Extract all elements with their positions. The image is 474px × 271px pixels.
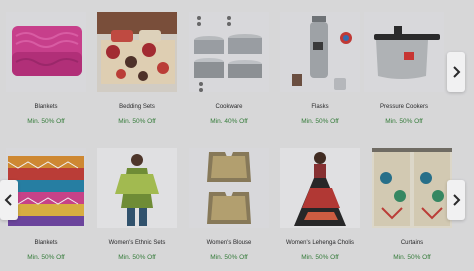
chevron-right-icon xyxy=(453,194,461,206)
category-offer: Min. 50% Off xyxy=(27,254,65,261)
womens-lehenga-cholis-image xyxy=(280,148,360,228)
product-card-womens-blouse[interactable]: Women's Blouse Min. 50% Off xyxy=(187,146,271,270)
category-offer: Min. 50% Off xyxy=(301,254,339,261)
blankets-image xyxy=(6,12,86,92)
carousel-next-button-row-2[interactable] xyxy=(447,180,465,220)
category-name: Curtains xyxy=(400,240,424,246)
category-name: Women's Ethnic Sets xyxy=(108,240,166,246)
category-offer: Min. 50% Off xyxy=(385,118,423,125)
womens-blouse-image xyxy=(189,148,269,228)
cookware-image xyxy=(189,12,269,92)
pressure-cookers-image xyxy=(364,12,444,92)
category-offer: Min. 40% Off xyxy=(210,118,248,125)
category-offer: Min. 50% Off xyxy=(27,118,65,125)
category-name: Women's Lehenga Cholis xyxy=(285,240,355,246)
product-carousel-row-2: Blankets Min. 50% Off Women's Ethnic Set… xyxy=(0,146,474,270)
category-name: Women's Blouse xyxy=(206,240,252,246)
chevron-right-icon xyxy=(453,66,461,78)
category-name: Blankets xyxy=(34,104,58,110)
product-carousel-row-1: Blankets Min. 50% Off Bedding Sets Min. … xyxy=(0,10,474,134)
category-offer: Min. 50% Off xyxy=(301,118,339,125)
category-offer: Min. 50% Off xyxy=(393,254,431,261)
blankets-image xyxy=(6,148,86,228)
product-card-pressure-cookers[interactable]: Pressure Cookers Min. 50% Off xyxy=(362,10,446,134)
carousel-next-button-row-1[interactable] xyxy=(447,52,465,92)
category-offer: Min. 50% Off xyxy=(118,118,156,125)
category-name: Pressure Cookers xyxy=(379,104,429,110)
category-name: Bedding Sets xyxy=(119,104,155,110)
category-name: Cookware xyxy=(215,104,243,110)
flasks-image xyxy=(280,12,360,92)
product-card-womens-lehenga-cholis[interactable]: Women's Lehenga Cholis Min. 50% Off xyxy=(278,146,362,270)
carousel-prev-button-row-2[interactable] xyxy=(0,180,18,220)
product-card-curtains[interactable]: Curtains Min. 50% Off xyxy=(370,146,454,270)
bedding-sets-image xyxy=(97,12,177,92)
category-name: Flasks xyxy=(311,104,329,110)
category-name: Blankets xyxy=(34,240,58,246)
category-offer: Min. 50% Off xyxy=(210,254,248,261)
product-card-cookware[interactable]: Cookware Min. 40% Off xyxy=(187,10,271,134)
product-card-flasks[interactable]: Flasks Min. 50% Off xyxy=(278,10,362,134)
womens-ethnic-sets-image xyxy=(97,148,177,228)
product-card-womens-ethnic-sets[interactable]: Women's Ethnic Sets Min. 50% Off xyxy=(95,146,179,270)
category-offer: Min. 50% Off xyxy=(118,254,156,261)
chevron-left-icon xyxy=(4,194,12,206)
product-card-blankets[interactable]: Blankets Min. 50% Off xyxy=(4,10,88,134)
curtains-image xyxy=(372,148,452,228)
product-card-bedding-sets[interactable]: Bedding Sets Min. 50% Off xyxy=(95,10,179,134)
